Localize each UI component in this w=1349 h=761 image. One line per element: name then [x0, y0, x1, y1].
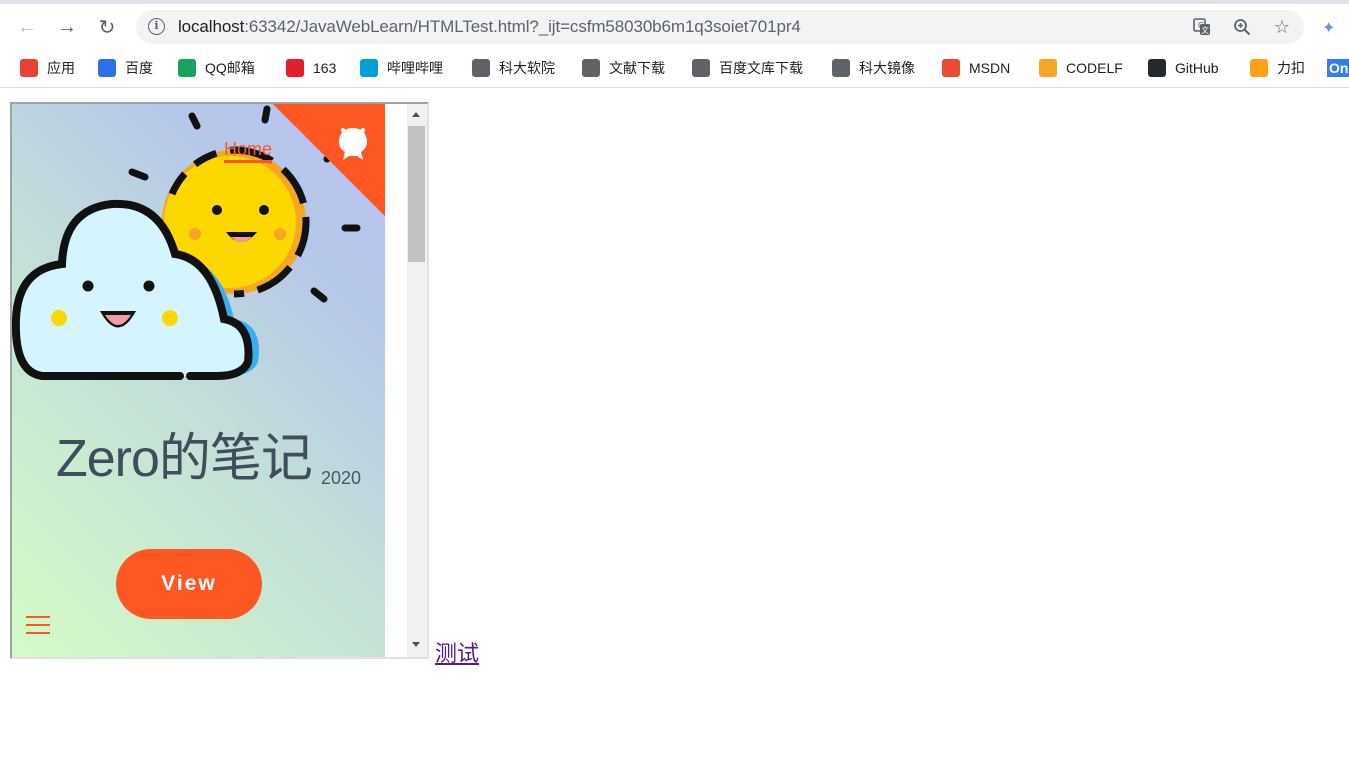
translate-icon[interactable]: 文G — [1191, 16, 1213, 38]
github-octocat-icon — [339, 128, 367, 160]
bookmark-label: 应用 — [47, 60, 75, 76]
reload-icon[interactable]: ↻ — [95, 15, 119, 39]
bookmark-favicon-icon — [472, 59, 490, 77]
bookmark-label: MSDN — [969, 60, 1011, 76]
bookmark-item[interactable]: 百度 — [98, 56, 153, 80]
bookmark-label: 科大镜像 — [859, 60, 915, 76]
bookmark-item[interactable]: QQ邮箱 — [178, 56, 255, 80]
iframe-page-margin — [385, 104, 407, 657]
bookmark-label: 文献下载 — [609, 60, 665, 76]
bookmark-item[interactable]: GitHub — [1148, 56, 1219, 80]
view-button[interactable]: View — [116, 549, 262, 619]
bookmark-item[interactable]: 力扣 — [1250, 56, 1305, 80]
bookmark-item[interactable]: On — [1327, 56, 1349, 80]
url-text[interactable]: localhost:63342/JavaWebLearn/HTMLTest.ht… — [178, 17, 801, 37]
site-title: Zero的笔记 — [56, 430, 313, 488]
iframe-page: Home Zero的笔记 2020 View — [12, 104, 385, 657]
bookmark-label: 百度文库下载 — [719, 60, 803, 76]
bookmark-label: 力扣 — [1277, 60, 1305, 76]
bookmark-item[interactable]: 百度文库下载 — [692, 56, 803, 80]
bookmark-label: CODELF — [1066, 60, 1123, 76]
bookmark-label: On — [1327, 59, 1349, 77]
address-bar[interactable]: i localhost:63342/JavaWebLearn/HTMLTest.… — [136, 10, 1304, 44]
bookmark-favicon-icon — [98, 59, 116, 77]
bookmark-favicon-icon — [1039, 59, 1057, 77]
bookmark-item[interactable]: 哔哩哔哩 — [360, 56, 443, 80]
iframe-scrollbar-thumb[interactable] — [408, 126, 425, 262]
scroll-up-arrow-icon[interactable] — [412, 112, 420, 117]
bookmark-item[interactable]: 文献下载 — [582, 56, 665, 80]
bookmark-favicon-icon — [360, 59, 378, 77]
bookmark-item[interactable]: 应用 — [20, 56, 75, 80]
bookmark-label: 科大软院 — [499, 60, 555, 76]
bookmark-item[interactable]: 163 — [286, 56, 336, 80]
svg-text:G: G — [1198, 21, 1204, 30]
forward-arrow-icon[interactable]: → — [55, 15, 79, 39]
bookmark-label: 哔哩哔哩 — [387, 60, 443, 76]
bookmark-favicon-icon — [1148, 59, 1166, 77]
star-icon[interactable]: ☆ — [1271, 16, 1293, 38]
bookmark-label: GitHub — [1175, 60, 1219, 76]
hamburger-menu-icon[interactable] — [26, 616, 50, 638]
nav-home-link[interactable]: Home — [224, 139, 273, 163]
bookmark-label: 163 — [313, 60, 337, 76]
bookmark-favicon-icon — [942, 59, 960, 77]
bookmark-favicon-icon — [20, 59, 38, 77]
bookmarks-bar: 应用 百度 QQ邮箱 163 哔哩哔哩 科大软院 文献下载 百度文库下载 科大镜像 MSDN COD… — [0, 48, 1349, 88]
extension-icon[interactable]: ✦ — [1322, 18, 1342, 38]
site-year: 2020 — [321, 468, 362, 488]
bookmark-favicon-icon — [1250, 59, 1268, 77]
browser-toolbar: ← → ↻ i localhost:63342/JavaWebLearn/HTM… — [0, 4, 1349, 48]
bookmark-label: QQ邮箱 — [205, 60, 255, 76]
bookmark-item[interactable]: MSDN — [942, 56, 1010, 80]
bookmark-item[interactable]: CODELF — [1039, 56, 1123, 80]
zoom-icon[interactable] — [1231, 16, 1253, 38]
github-corner[interactable] — [273, 104, 385, 216]
bookmark-item[interactable]: 科大镜像 — [832, 56, 915, 80]
back-arrow-icon[interactable]: ← — [15, 15, 39, 39]
bookmark-item[interactable]: 科大软院 — [472, 56, 555, 80]
test-link[interactable]: 测试 — [435, 636, 479, 668]
bookmark-favicon-icon — [286, 59, 304, 77]
bookmark-favicon-icon — [178, 59, 196, 77]
scroll-down-arrow-icon[interactable] — [412, 642, 420, 647]
bookmark-favicon-icon — [692, 59, 710, 77]
bookmark-favicon-icon — [832, 59, 850, 77]
bookmark-label: 百度 — [125, 60, 153, 76]
bookmark-favicon-icon — [582, 59, 600, 77]
info-icon[interactable]: i — [148, 18, 165, 35]
iframe-preview[interactable]: Home Zero的笔记 2020 View — [10, 102, 429, 659]
